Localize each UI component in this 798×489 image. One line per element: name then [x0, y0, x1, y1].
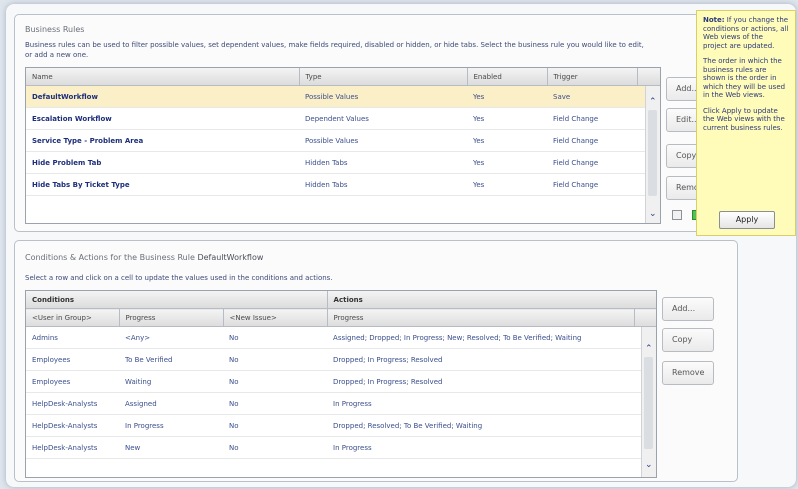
user-group-cell[interactable]: HelpDesk-Analysts — [26, 414, 119, 437]
action-progress-cell[interactable]: Assigned; Dropped; In Progress; New; Res… — [327, 326, 635, 349]
action-progress-cell[interactable]: Dropped; In Progress; Resolved — [327, 370, 635, 393]
column-header-enabled[interactable]: Enabled — [467, 68, 548, 86]
conditions-group-header: Conditions — [26, 291, 328, 309]
scroll-down-icon[interactable]: ⌄ — [645, 461, 653, 470]
column-header-name[interactable]: Name — [26, 68, 300, 86]
rule-row[interactable]: DefaultWorkflow Possible Values Yes Save — [26, 85, 660, 108]
rule-type[interactable]: Hidden Tabs — [299, 151, 467, 174]
column-header-condition-progress[interactable]: Progress — [119, 308, 224, 327]
scroll-thumb[interactable] — [648, 110, 657, 196]
conditions-grid: Conditions Actions <User in Group> Progr… — [25, 290, 657, 478]
conditions-scrollbar[interactable]: ⌃ ⌄ — [641, 327, 656, 477]
note-label: Note: — [703, 16, 725, 24]
new-issue-cell[interactable]: No — [223, 392, 328, 415]
scroll-thumb[interactable] — [644, 357, 653, 449]
actions-group-header: Actions — [327, 291, 656, 309]
column-header-trigger[interactable]: Trigger — [547, 68, 638, 86]
rule-trigger[interactable]: Field Change — [547, 173, 637, 196]
user-group-cell[interactable]: Admins — [26, 326, 119, 349]
conditions-actions-panel: Conditions & Actions for the Business Ru… — [14, 240, 738, 482]
rule-name[interactable]: Hide Tabs By Ticket Type — [26, 173, 299, 196]
rule-type[interactable]: Hidden Tabs — [299, 173, 467, 196]
column-header-action-progress[interactable]: Progress — [327, 308, 635, 327]
action-progress-cell[interactable]: Dropped; In Progress; Resolved — [327, 348, 635, 371]
rule-type[interactable]: Possible Values — [299, 85, 467, 108]
rule-enabled[interactable]: Yes — [467, 129, 547, 152]
move-up-icon[interactable] — [672, 210, 682, 220]
condition-progress-cell[interactable]: To Be Verified — [119, 348, 223, 371]
rule-enabled[interactable]: Yes — [467, 173, 547, 196]
condition-row[interactable]: Admins <Any> No Assigned; Dropped; In Pr… — [26, 326, 656, 349]
note-paragraph-2: The order in which the business rules ar… — [703, 57, 786, 99]
condition-row[interactable]: Employees To Be Verified No Dropped; In … — [26, 348, 656, 371]
business-rules-description: Business rules can be used to filter pos… — [25, 41, 644, 59]
user-group-cell[interactable]: Employees — [26, 370, 119, 393]
rule-name[interactable]: DefaultWorkflow — [26, 85, 299, 108]
note-tooltip: Note: If you change the conditions or ac… — [696, 10, 796, 236]
rule-row[interactable]: Hide Tabs By Ticket Type Hidden Tabs Yes… — [26, 173, 660, 196]
new-issue-cell[interactable]: No — [223, 348, 328, 371]
condition-row[interactable]: HelpDesk-Analysts New No In Progress — [26, 436, 656, 459]
action-progress-cell[interactable]: In Progress — [327, 392, 635, 415]
rule-name[interactable]: Hide Problem Tab — [26, 151, 299, 174]
rule-trigger[interactable]: Save — [547, 85, 637, 108]
rule-name-label: DefaultWorkflow — [197, 253, 264, 262]
rule-trigger[interactable]: Field Change — [547, 107, 637, 130]
rule-name[interactable]: Escalation Workflow — [26, 107, 299, 130]
rule-name[interactable]: Service Type - Problem Area — [26, 129, 299, 152]
rule-trigger[interactable]: Field Change — [547, 151, 637, 174]
new-issue-cell[interactable]: No — [223, 436, 328, 459]
condition-row[interactable]: HelpDesk-Analysts In Progress No Dropped… — [26, 414, 656, 437]
action-progress-cell[interactable]: In Progress — [327, 436, 635, 459]
column-header-new-issue[interactable]: <New Issue> — [223, 308, 328, 327]
scroll-down-icon[interactable]: ⌄ — [649, 210, 657, 219]
rule-row[interactable]: Hide Problem Tab Hidden Tabs Yes Field C… — [26, 151, 660, 174]
rule-type[interactable]: Dependent Values — [299, 107, 467, 130]
column-header-spacer — [637, 68, 660, 86]
rule-type[interactable]: Possible Values — [299, 129, 467, 152]
rule-row[interactable]: Service Type - Problem Area Possible Val… — [26, 129, 660, 152]
note-paragraph-1: Note: If you change the conditions or ac… — [703, 16, 789, 50]
column-header-type[interactable]: Type — [299, 68, 468, 86]
condition-progress-cell[interactable]: <Any> — [119, 326, 223, 349]
apply-button[interactable]: Apply — [719, 211, 775, 229]
scroll-up-icon[interactable]: ⌃ — [649, 98, 657, 107]
remove-condition-button[interactable]: Remove — [662, 361, 714, 385]
new-issue-cell[interactable]: No — [223, 414, 328, 437]
condition-progress-cell[interactable]: Assigned — [119, 392, 223, 415]
business-rules-title: Business Rules — [25, 25, 85, 34]
rules-scrollbar[interactable]: ⌃ ⌄ — [645, 86, 660, 223]
condition-row[interactable]: HelpDesk-Analysts Assigned No In Progres… — [26, 392, 656, 415]
rule-enabled[interactable]: Yes — [467, 107, 547, 130]
column-header-user-in-group[interactable]: <User in Group> — [26, 308, 120, 327]
condition-progress-cell[interactable]: In Progress — [119, 414, 223, 437]
condition-progress-cell[interactable]: Waiting — [119, 370, 223, 393]
note-paragraph-3: Click Apply to update the Web views with… — [703, 106, 785, 132]
action-progress-cell[interactable]: Dropped; Resolved; To Be Verified; Waiti… — [327, 414, 635, 437]
condition-progress-cell[interactable]: New — [119, 436, 223, 459]
rule-trigger[interactable]: Field Change — [547, 129, 637, 152]
add-condition-button[interactable]: Add... — [662, 297, 714, 321]
user-group-cell[interactable]: HelpDesk-Analysts — [26, 392, 119, 415]
conditions-actions-description: Select a row and click on a cell to upda… — [25, 274, 333, 282]
new-issue-cell[interactable]: No — [223, 326, 328, 349]
business-rules-panel: Business Rules Business rules can be use… — [14, 14, 734, 232]
user-group-cell[interactable]: Employees — [26, 348, 119, 371]
business-rules-grid: Name Type Enabled Trigger DefaultWorkflo… — [25, 67, 661, 224]
user-group-cell[interactable]: HelpDesk-Analysts — [26, 436, 119, 459]
rule-enabled[interactable]: Yes — [467, 151, 547, 174]
rule-row[interactable]: Escalation Workflow Dependent Values Yes… — [26, 107, 660, 130]
scroll-up-icon[interactable]: ⌃ — [645, 345, 653, 354]
new-issue-cell[interactable]: No — [223, 370, 328, 393]
rule-enabled[interactable]: Yes — [467, 85, 547, 108]
copy-condition-button[interactable]: Copy — [662, 328, 714, 352]
condition-row[interactable]: Employees Waiting No Dropped; In Progres… — [26, 370, 656, 393]
conditions-actions-title: Conditions & Actions for the Business Ru… — [25, 253, 264, 262]
